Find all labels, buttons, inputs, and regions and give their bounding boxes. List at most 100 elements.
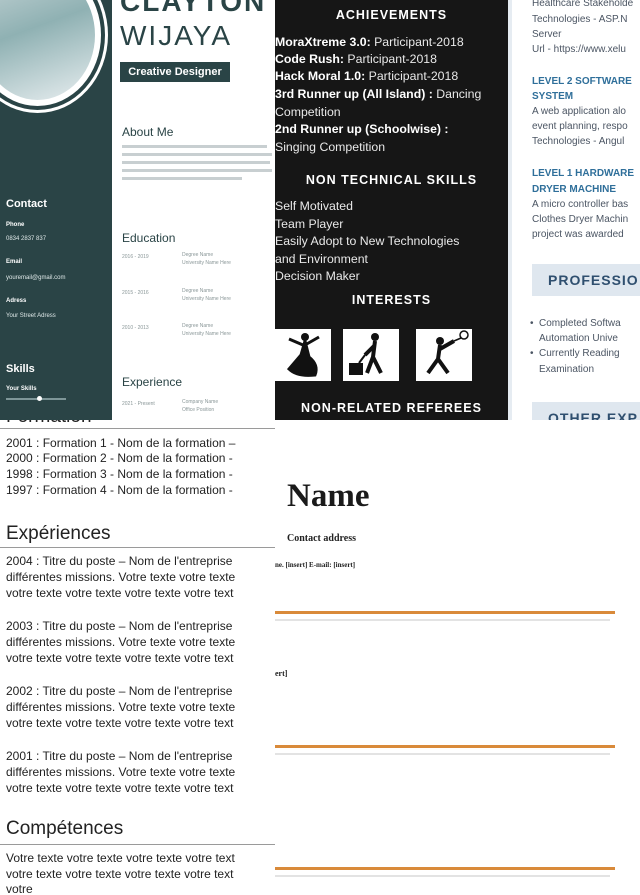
edu-degree: Degree Name bbox=[182, 288, 214, 294]
interests-title: INTERESTS bbox=[351, 293, 432, 307]
competences-title: Compétences bbox=[6, 818, 124, 839]
experience-line: 2001 : Titre du poste – Nom de l'entrepr… bbox=[6, 749, 233, 763]
edu-years: 2016 - 2019 bbox=[122, 254, 149, 260]
edu-years: 2015 - 2016 bbox=[122, 290, 149, 296]
experiences-title: Expériences bbox=[6, 523, 111, 544]
experience-line: différentes missions. Votre texte votre … bbox=[6, 700, 236, 714]
exp-position: Office Position bbox=[182, 407, 215, 413]
resume-collage: CLAYTON WIJAYA Creative Designer About M… bbox=[0, 0, 640, 895]
experience-line: votre texte votre texte votre texte votr… bbox=[6, 651, 234, 665]
edu-years: 2010 - 2013 bbox=[122, 325, 149, 331]
project-text: A web application alo bbox=[532, 106, 626, 117]
project-text: Healthcare Stakeholde bbox=[532, 0, 634, 9]
formation-line: 2001 : Formation 1 - Nom de la formation… bbox=[6, 436, 236, 450]
email-value: youremail@gmail.com bbox=[6, 275, 66, 281]
about-text-line bbox=[122, 169, 272, 172]
exp-company: Company Name bbox=[182, 399, 219, 405]
section-band: PROFESSIO bbox=[532, 264, 640, 296]
formation-line: 2000 : Formation 2 - Nom de la formation… bbox=[6, 451, 233, 465]
non-tech-skill: and Environment bbox=[275, 252, 368, 266]
achievement-item: Competition bbox=[275, 105, 341, 119]
experience-line: votre texte votre texte votre texte votr… bbox=[6, 716, 234, 730]
phone-label: Phone bbox=[6, 222, 25, 228]
orange-divider bbox=[275, 611, 615, 614]
formation-title: Formation bbox=[6, 420, 92, 428]
project-text: event planning, respo bbox=[532, 121, 628, 132]
competence-line: Votre texte votre texte votre texte votr… bbox=[6, 851, 235, 865]
edu-degree: Degree Name bbox=[182, 252, 214, 258]
experience-line: différentes missions. Votre texte votre … bbox=[6, 635, 236, 649]
education-title: Education bbox=[122, 231, 176, 245]
grey-divider bbox=[275, 619, 610, 621]
bullet-continuation: Examination bbox=[539, 364, 595, 375]
experience-title: Experience bbox=[122, 375, 183, 389]
experience-line: différentes missions. Votre texte votre … bbox=[6, 765, 236, 779]
profile-photo bbox=[0, 0, 95, 100]
role-badge: Creative Designer bbox=[120, 62, 230, 82]
achievement-item: 3rd Runner up (All Island) : Dancing bbox=[275, 87, 482, 101]
non-tech-skill: Easily Adopt to New Technologies bbox=[275, 234, 460, 248]
referees-title: NON-RELATED REFEREES bbox=[301, 401, 482, 415]
achievements-resume: ACHIEVEMENTS MoraXtreme 3.0: Participant… bbox=[275, 0, 508, 420]
experience-line: différentes missions. Votre texte votre … bbox=[6, 570, 236, 584]
skill-label: Your Skills bbox=[6, 386, 37, 392]
text-fragment: ert] bbox=[275, 669, 288, 678]
non-tech-skill: Self Motivated bbox=[275, 199, 353, 213]
edu-degree: Degree Name bbox=[182, 323, 214, 329]
about-text-line bbox=[122, 161, 270, 164]
achievements-title: ACHIEVEMENTS bbox=[335, 8, 448, 22]
first-name: CLAYTON bbox=[120, 0, 267, 17]
contact-address: Contact address bbox=[287, 533, 356, 544]
section-band: OTHER EXP bbox=[532, 402, 640, 420]
about-text-line bbox=[122, 153, 272, 156]
edu-school: University Name Here bbox=[182, 331, 231, 337]
experience-line: votre texte votre texte votre texte votr… bbox=[6, 781, 234, 795]
achievement-item: Singing Competition bbox=[275, 140, 386, 154]
dancing-icon bbox=[275, 329, 331, 381]
experience-line: votre texte votre texte votre texte votr… bbox=[6, 586, 234, 600]
last-name: WIJAYA bbox=[120, 20, 233, 51]
travel-icon bbox=[343, 329, 399, 381]
experience-line: 2003 : Titre du poste – Nom de l'entrepr… bbox=[6, 619, 233, 633]
bullet-continuation: Automation Unive bbox=[539, 333, 618, 344]
achievement-item: MoraXtreme 3.0: Participant-2018 bbox=[275, 35, 464, 49]
section-title: OTHER EXP bbox=[548, 410, 638, 420]
achievement-item: Hack Moral 1.0: Participant-2018 bbox=[275, 69, 459, 83]
competence-line: votre texte votre texte votre texte votr… bbox=[6, 867, 234, 881]
edu-school: University Name Here bbox=[182, 296, 231, 302]
edu-school: University Name Here bbox=[182, 260, 231, 266]
project-heading: DRYER MACHINE bbox=[532, 184, 617, 195]
non-technical-title: NON TECHNICAL SKILLS bbox=[305, 173, 478, 187]
project-heading: SYSTEM bbox=[532, 91, 574, 102]
experience-line: 2004 : Titre du poste – Nom de l'entrepr… bbox=[6, 554, 233, 568]
divider bbox=[0, 547, 275, 548]
project-text: project was awarded bbox=[532, 229, 624, 240]
project-url: Url - https://www.xelu bbox=[532, 44, 626, 55]
bullet-item: Currently Reading bbox=[530, 348, 620, 359]
exp-years: 2021 - Present bbox=[122, 401, 155, 407]
skill-level-marker bbox=[36, 396, 42, 401]
designer-resume: CLAYTON WIJAYA Creative Designer About M… bbox=[0, 0, 275, 420]
address-label: Adress bbox=[6, 298, 27, 304]
about-text-line bbox=[122, 145, 267, 148]
phone-value: 0834 2837 837 bbox=[6, 236, 47, 242]
phone-email-line: ne. [insert] E-mail: [insert] bbox=[275, 561, 356, 569]
about-title: About Me bbox=[122, 125, 174, 139]
grey-divider bbox=[275, 753, 610, 755]
formation-line: 1997 : Formation 4 - Nom de la formation… bbox=[6, 483, 233, 497]
contact-title: Contact bbox=[6, 198, 47, 210]
achievement-item: 2nd Runner up (Schoolwise) : bbox=[275, 122, 449, 136]
section-title: PROFESSIO bbox=[548, 272, 639, 288]
formation-line: 1998 : Formation 3 - Nom de la formation… bbox=[6, 467, 233, 481]
grey-divider bbox=[275, 875, 610, 877]
badminton-icon bbox=[416, 329, 472, 381]
about-text-line bbox=[122, 177, 242, 180]
bullet-item: Completed Softwa bbox=[530, 318, 621, 329]
divider bbox=[0, 428, 275, 429]
non-tech-skill: Decision Maker bbox=[275, 269, 360, 283]
project-heading: LEVEL 2 SOFTWARE bbox=[532, 76, 632, 87]
experience-line: 2002 : Titre du poste – Nom de l'entrepr… bbox=[6, 684, 233, 698]
divider bbox=[0, 844, 275, 845]
competence-line: votre bbox=[6, 882, 33, 895]
address-value: Your Street Adress bbox=[6, 313, 56, 319]
